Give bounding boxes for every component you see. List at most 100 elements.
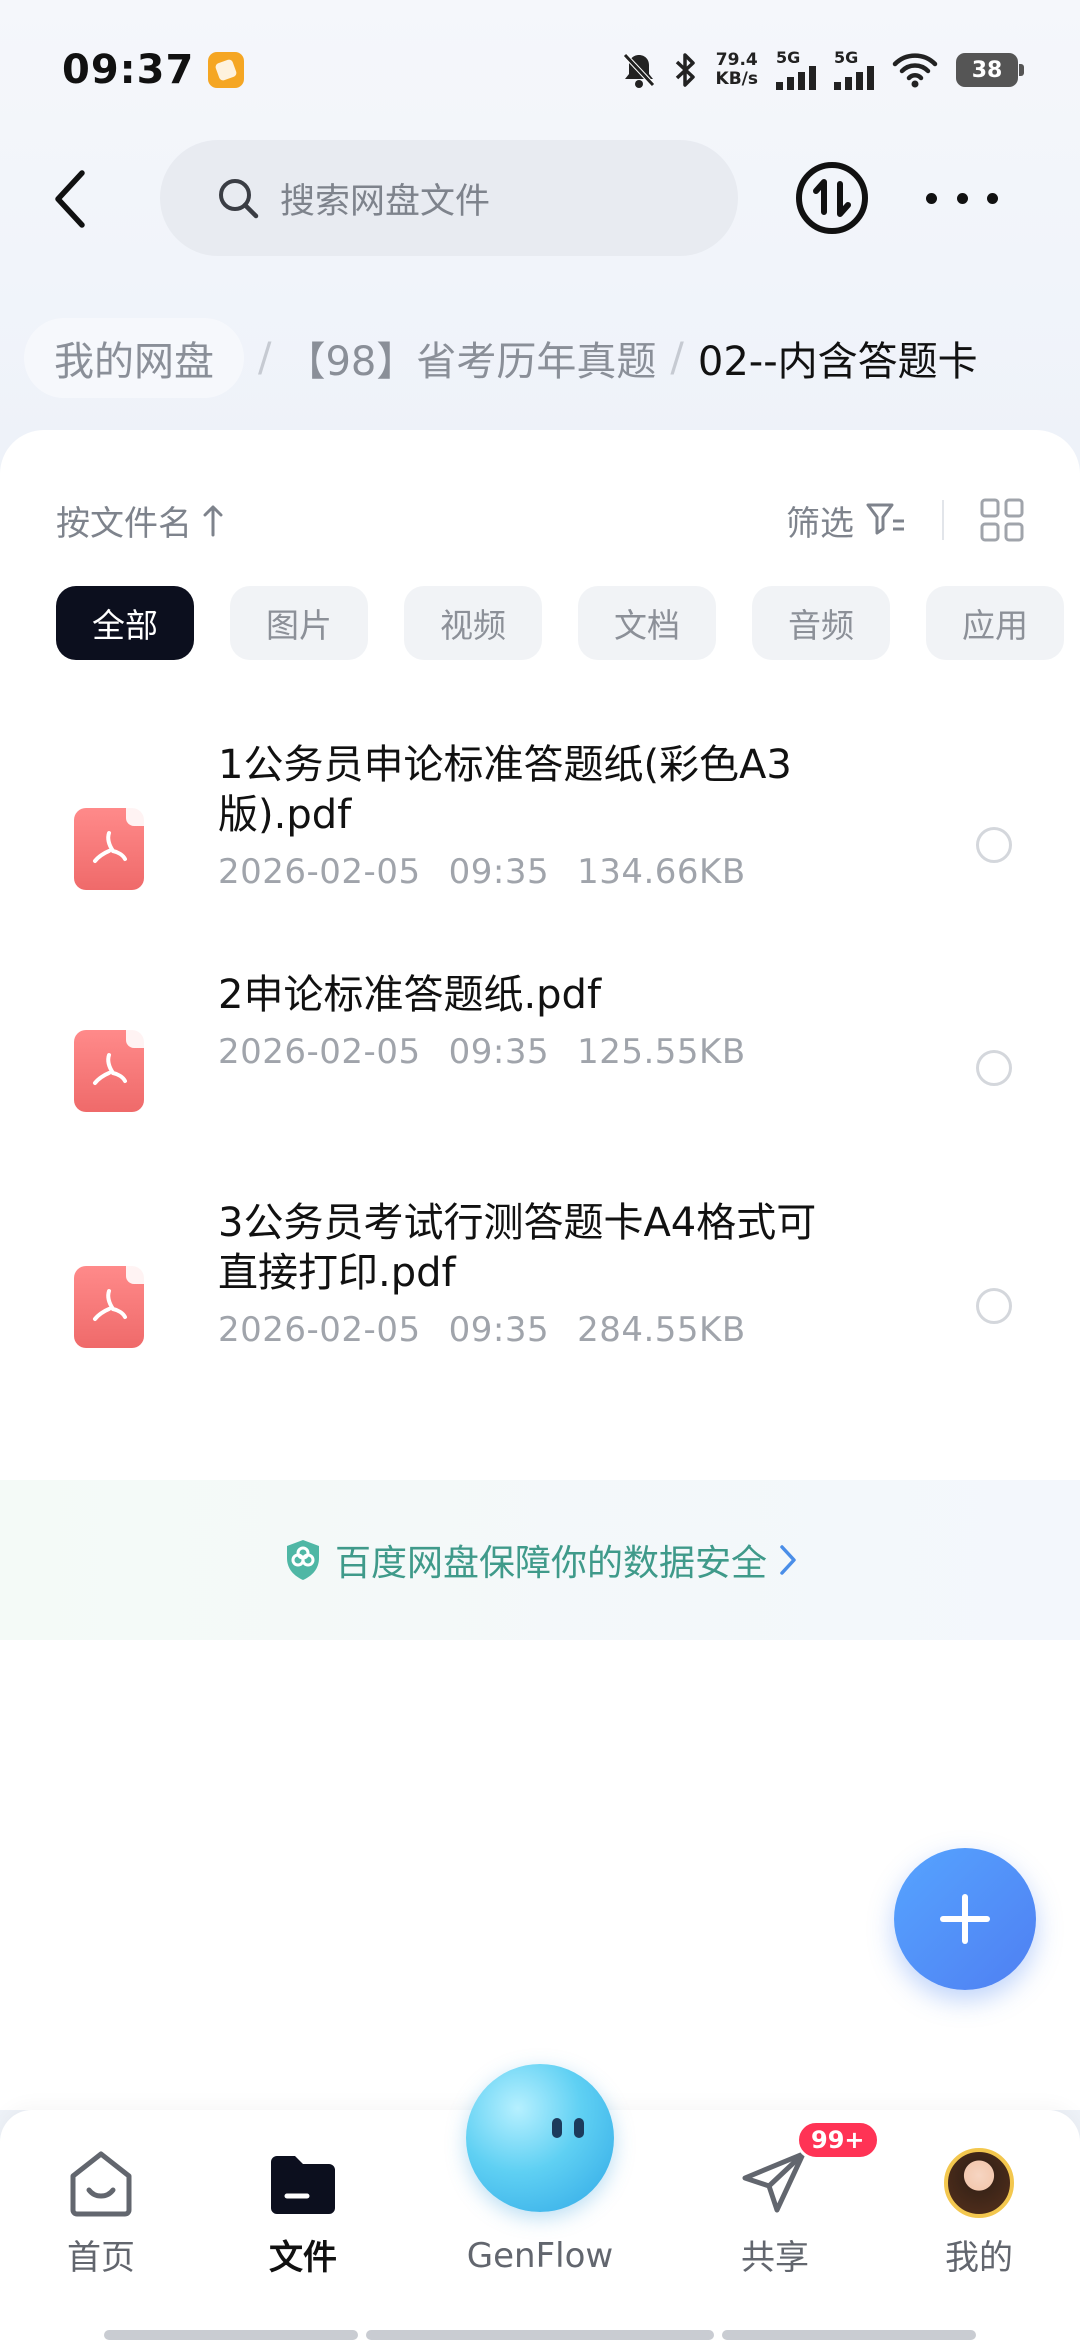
genflow-mascot-icon[interactable] [466,2064,614,2212]
tab-all[interactable]: 全部 [56,586,194,660]
bluetooth-icon [674,51,698,89]
bell-muted-icon [622,51,656,89]
sort-filter-bar: 按文件名 筛选 [56,490,1024,550]
file-row[interactable]: 2申论标准答题纸.pdf 2026-02-05 09:35 125.55KB [0,970,1080,1150]
breadcrumb: 我的网盘 / 【98】省考历年真题 / 02--内含答题卡 [24,318,978,398]
file-meta: 2026-02-05 09:35 284.55KB [218,1310,774,1350]
file-name-line: 2申论标准答题纸.pdf [218,972,602,1018]
file-meta: 2026-02-05 09:35 125.55KB [218,1032,774,1072]
signal-bars-icon [834,66,874,90]
file-name: 3公务员考试行测答题卡A4格式可 直接打印.pdf [218,1198,918,1298]
file-time: 09:35 [448,852,550,892]
nav-home[interactable]: 首页 [26,2148,176,2279]
signal-sim2-label: 5G [834,48,859,67]
file-name-line: 3公务员考试行测答题卡A4格式可 [218,1200,817,1246]
file-size: 125.55KB [577,1032,746,1072]
nav-files-label: 文件 [269,2238,337,2278]
tab-apps[interactable]: 应用 [926,586,1064,660]
file-name-line: 直接打印.pdf [218,1250,456,1296]
file-name-line: 1公务员申论标准答题纸(彩色A3 [218,742,792,788]
select-checkbox[interactable] [976,1050,1012,1086]
breadcrumb-root[interactable]: 我的网盘 [24,318,244,398]
notification-app-icon [208,52,245,88]
file-size: 134.66KB [577,852,746,892]
file-date: 2026-02-05 [218,1310,421,1350]
nav-share[interactable]: 共享 [700,2148,850,2279]
signal-sim1: 5G [776,50,816,90]
divider [942,500,944,540]
breadcrumb-separator: / [670,335,684,381]
breadcrumb-current: 02--内含答题卡 [697,339,978,385]
nav-share-label: 共享 [741,2238,809,2278]
file-meta: 2026-02-05 09:35 134.66KB [218,852,774,892]
avatar [944,2148,1014,2218]
file-size: 284.55KB [577,1310,746,1350]
file-row[interactable]: 3公务员考试行测答题卡A4格式可 直接打印.pdf 2026-02-05 09:3… [0,1190,1080,1390]
sort-ascending-icon[interactable] [202,503,224,537]
gesture-bar [366,2330,714,2340]
file-row[interactable]: 1公务员申论标准答题纸(彩色A3 版).pdf 2026-02-05 09:35 1… [0,730,1080,930]
home-icon [70,2151,132,2217]
breadcrumb-separator: / [258,335,272,381]
file-date: 2026-02-05 [218,1032,421,1072]
network-speed-value: 79.4 [715,50,758,70]
transfer-icon [796,162,868,234]
grid-view-icon[interactable] [980,498,1024,542]
bottom-navigation: 首页 文件 GenFlow 共享 99+ 我的 [0,2064,1080,2345]
gesture-bar [722,2330,976,2340]
filter-button[interactable]: 筛选 [786,496,854,545]
chevron-right-icon [780,1545,796,1575]
transfer-list-button[interactable] [794,160,870,236]
tab-documents[interactable]: 文档 [578,586,716,660]
tab-images[interactable]: 图片 [230,586,368,660]
sort-by-name-button[interactable]: 按文件名 [56,496,192,545]
file-time: 09:35 [448,1032,550,1072]
gesture-bar [104,2330,358,2340]
tab-videos[interactable]: 视频 [404,586,542,660]
signal-sim2: 5G [834,50,874,90]
select-checkbox[interactable] [976,827,1012,863]
tab-audio[interactable]: 音频 [752,586,890,660]
nav-mine[interactable]: 我的 [904,2148,1054,2279]
search-icon [219,179,259,219]
file-name: 1公务员申论标准答题纸(彩色A3 版).pdf [218,740,918,840]
pdf-file-icon [74,808,144,890]
select-checkbox[interactable] [976,1288,1012,1324]
wifi-icon [892,52,938,88]
more-dot-icon [987,192,998,204]
status-time: 09:37 [62,47,195,93]
folder-icon [271,2156,335,2214]
shield-icon [286,1540,319,1580]
file-time: 09:35 [448,1310,550,1350]
paper-plane-icon [742,2151,806,2213]
status-bar: 09:37 79.4 KB/s 5G 5G 38 [0,0,1080,140]
pdf-file-icon [74,1030,144,1112]
data-security-banner[interactable]: 百度网盘保障你的数据安全 [0,1480,1080,1640]
status-icons: 79.4 KB/s 5G 5G 38 [622,50,1024,90]
more-dot-icon [956,192,968,204]
file-list-panel: 按文件名 筛选 全部 图片 视频 文档 音频 应用 1公务员申论标准答题纸(彩色… [0,430,1080,2110]
nav-home-label: 首页 [67,2238,135,2278]
security-banner-text: 百度网盘保障你的数据安全 [334,1543,767,1584]
more-dot-icon [926,192,937,204]
file-name: 2申论标准答题纸.pdf [218,970,918,1020]
battery-indicator: 38 [956,53,1024,87]
nav-files[interactable]: 文件 [228,2148,378,2279]
breadcrumb-parent[interactable]: 【98】省考历年真题 [285,329,656,387]
filter-icon[interactable] [866,502,906,538]
network-speed: 79.4 KB/s [716,51,758,89]
file-name-line: 版).pdf [218,792,352,838]
network-speed-unit: KB/s [715,69,758,89]
search-input[interactable]: 搜索网盘文件 [160,140,738,256]
pdf-file-icon [74,1266,144,1348]
add-button[interactable] [894,1848,1036,1990]
category-tabs: 全部 图片 视频 文档 音频 应用 [56,586,1064,660]
share-notification-badge: 99+ [796,2120,880,2160]
more-options-button[interactable] [926,178,998,218]
plus-icon [940,1894,990,1944]
top-bar: 搜索网盘文件 [0,138,1080,258]
back-button[interactable] [40,164,100,234]
signal-bars-icon [776,66,816,90]
signal-sim1-label: 5G [776,48,801,67]
nav-genflow-label[interactable]: GenFlow [430,2236,650,2276]
